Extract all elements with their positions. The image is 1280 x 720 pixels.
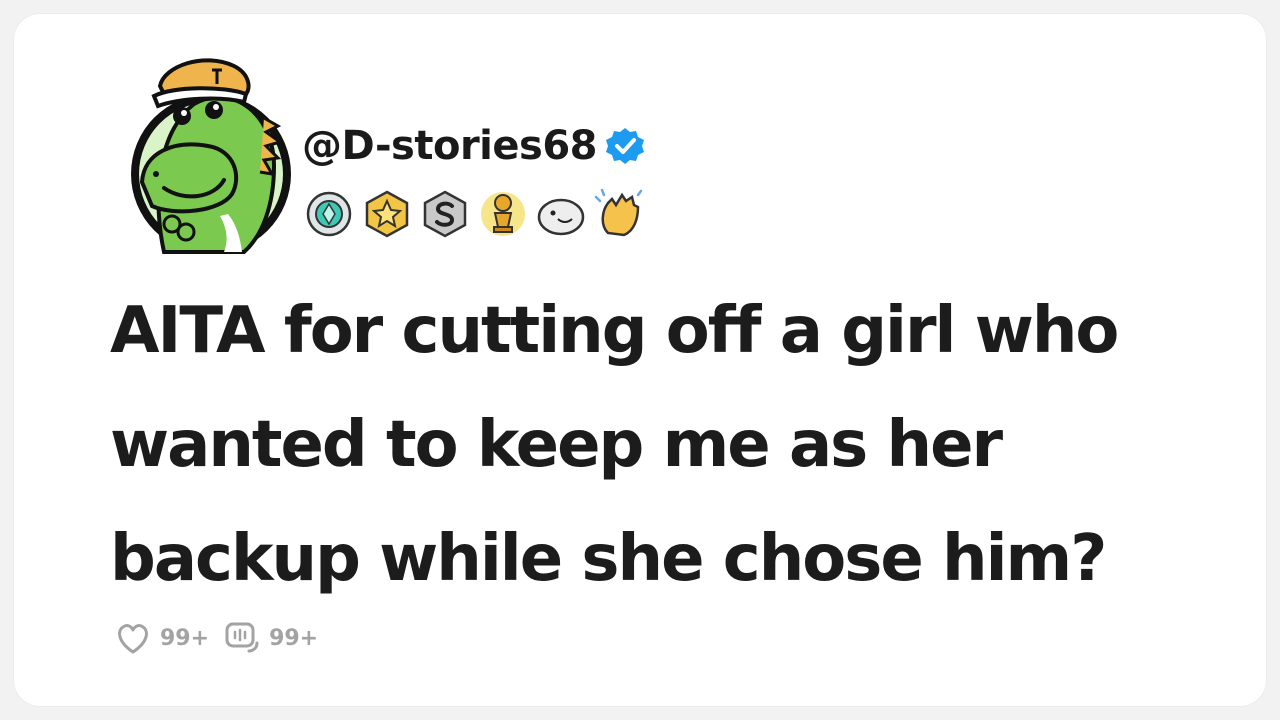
clap-badge-icon: [594, 189, 643, 237]
post-stats: 99+ 99+: [114, 618, 332, 658]
diamond-badge-icon: [306, 191, 352, 237]
verified-badge-icon: [606, 128, 644, 164]
post-card[interactable]: @D-stories68 AITA for cutting off a girl…: [14, 14, 1266, 706]
likes-count: 99+: [160, 625, 210, 651]
trophy-badge-icon: [481, 192, 525, 236]
heart-icon[interactable]: [114, 619, 152, 657]
username-row: @D-stories68: [302, 120, 645, 172]
username[interactable]: @D-stories68: [302, 120, 598, 172]
comment-icon[interactable]: [223, 619, 261, 657]
star-badge-icon: [365, 190, 409, 238]
post-title[interactable]: AITA for cutting off a girl who wanted t…: [110, 274, 1230, 616]
badge-row: [304, 186, 644, 242]
comments-count: 99+: [269, 625, 319, 651]
s-badge-icon: [423, 190, 467, 238]
avatar[interactable]: [124, 56, 298, 256]
seal-badge-icon: [537, 198, 585, 236]
